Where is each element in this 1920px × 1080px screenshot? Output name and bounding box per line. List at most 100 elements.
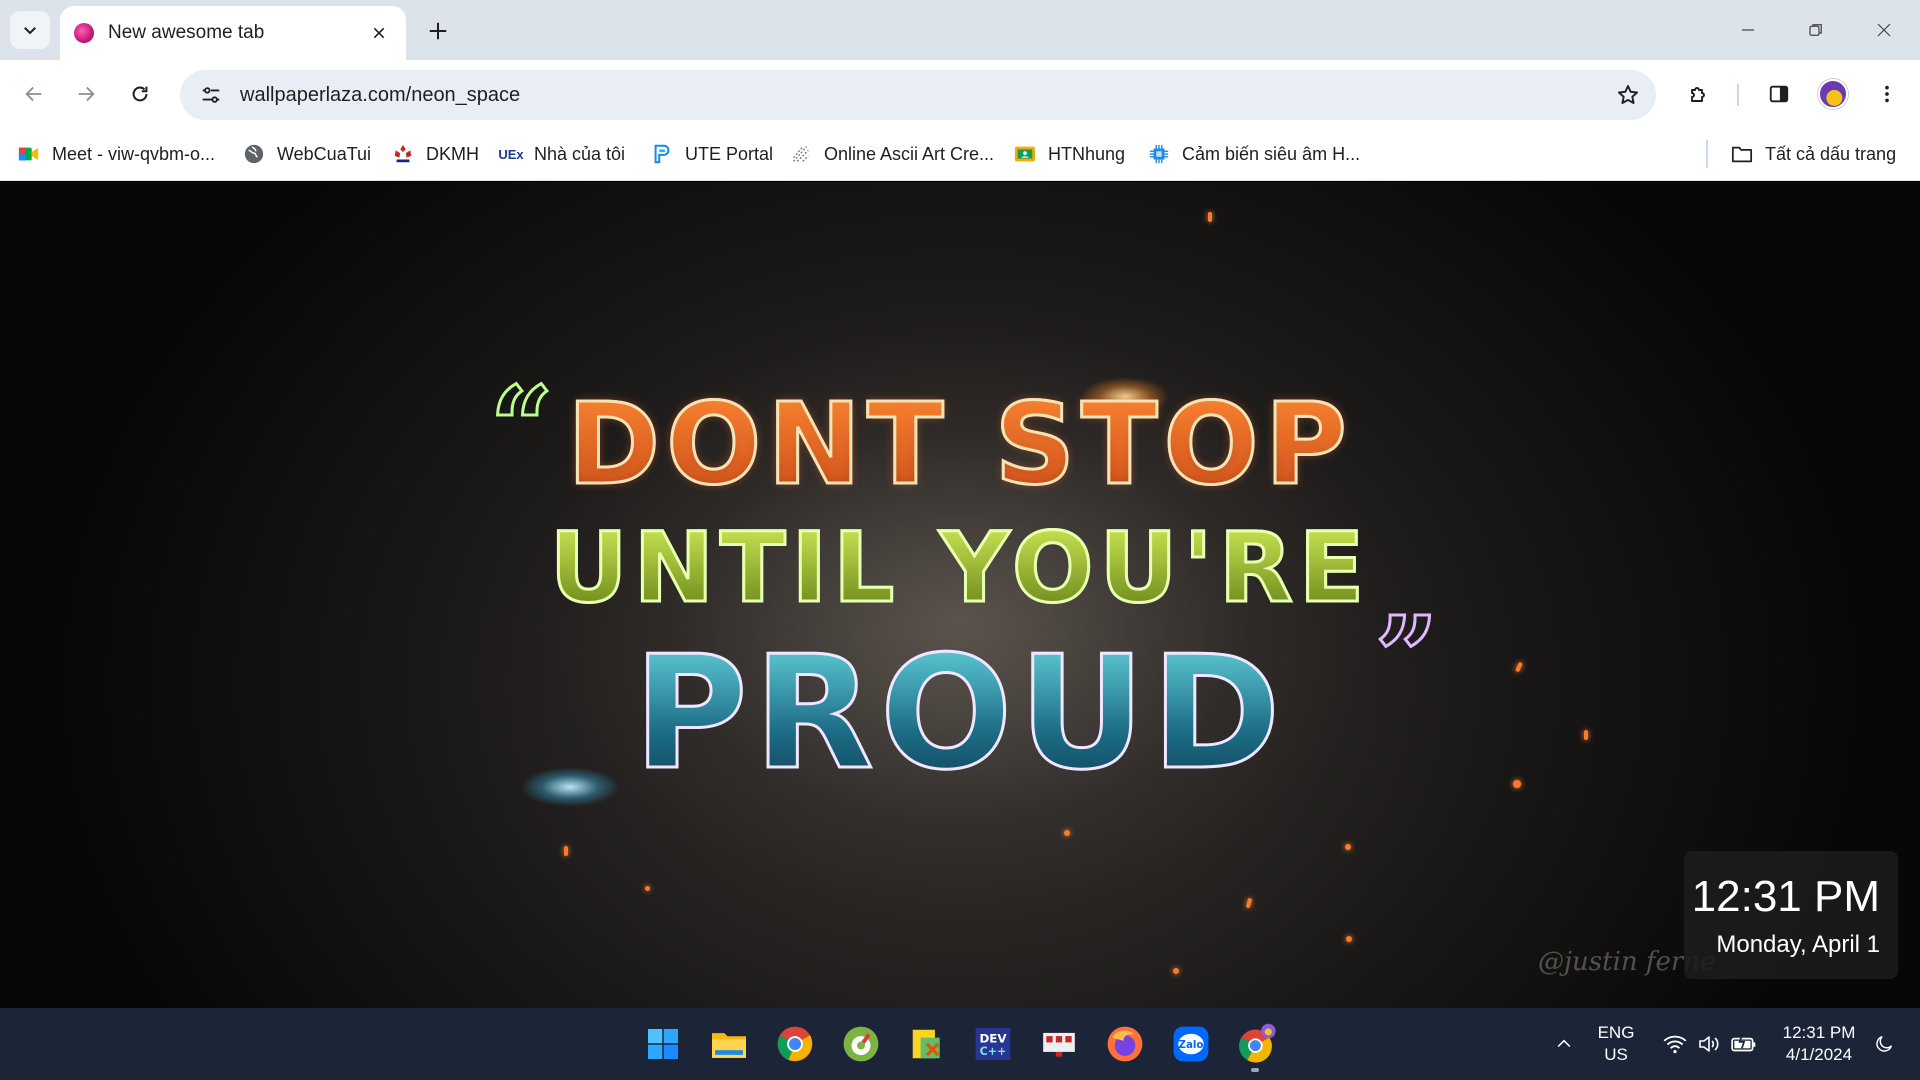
windows-taskbar: DEV C++ Zalo ENG US 12:31 PM 4/1/2024: [0, 1008, 1920, 1080]
tab-title: New awesome tab: [108, 22, 265, 43]
ember-spark: [564, 846, 568, 856]
bookmark-dkmh[interactable]: DKMH: [392, 138, 479, 170]
hcmute-logo-icon: [392, 143, 414, 165]
bookmark-label: Meet - viw-qvbm-o...: [52, 143, 216, 164]
bookmark-webcuatui[interactable]: WebCuaTui: [243, 138, 371, 170]
utex-icon: UEx: [498, 146, 524, 162]
profile-button[interactable]: [1813, 74, 1853, 114]
active-tab[interactable]: New awesome tab: [60, 6, 406, 60]
site-info-button[interactable]: [194, 78, 228, 112]
tools-app-button[interactable]: [903, 1020, 951, 1068]
language-indicator[interactable]: ENG US: [1590, 1008, 1642, 1080]
url-text[interactable]: wallpaperlaza.com/neon_space: [240, 84, 1608, 107]
chip-icon: [1148, 143, 1170, 165]
notifications-button[interactable]: [1866, 1008, 1902, 1080]
windows-start-icon: [648, 1029, 678, 1059]
restore-button[interactable]: [1788, 8, 1844, 52]
new-tab-button[interactable]: [420, 13, 456, 49]
globe-icon: [243, 143, 265, 165]
tab-strip: New awesome tab: [0, 0, 1920, 60]
forward-button[interactable]: [66, 74, 106, 114]
folder-icon: [1731, 143, 1753, 165]
taskbar-time: 12:31 PM: [1782, 1023, 1856, 1042]
network-app-button[interactable]: [1035, 1020, 1083, 1068]
ember-spark: [1345, 844, 1351, 850]
close-icon: [373, 27, 385, 39]
tab-close-button[interactable]: [366, 20, 392, 46]
ember-spark: [1513, 780, 1521, 788]
quick-settings-button[interactable]: [1654, 1008, 1766, 1080]
all-bookmarks-label: Tất cả dấu trang: [1765, 143, 1897, 164]
ember-spark: [1584, 730, 1588, 740]
more-vertical-icon: [1885, 85, 1889, 103]
browser-toolbar: wallpaperlaza.com/neon_space: [0, 60, 1920, 128]
coc-coc-button[interactable]: [837, 1020, 885, 1068]
chevron-down-icon: [24, 27, 36, 35]
ascii-art-icon: [790, 143, 812, 165]
windows-start-button[interactable]: [639, 1020, 687, 1068]
google-meet-icon: [18, 143, 40, 165]
bookmark-label: WebCuaTui: [277, 143, 372, 164]
taskbar-clock[interactable]: 12:31 PM 4/1/2024: [1774, 1008, 1864, 1080]
bookmark-cam-bien[interactable]: Cảm biến siêu âm H...: [1148, 138, 1360, 170]
volume-icon: [1699, 1036, 1719, 1052]
side-panel-button[interactable]: [1759, 74, 1799, 114]
chrome-button[interactable]: [771, 1020, 819, 1068]
bookmark-meet[interactable]: Meet - viw-qvbm-o...: [18, 138, 215, 170]
neon-ball-favicon-icon: [74, 23, 94, 43]
ember-spark: [1208, 212, 1212, 222]
moon-icon: [1876, 1035, 1893, 1052]
close-window-button[interactable]: [1856, 8, 1912, 52]
arrow-right-icon: [78, 86, 95, 102]
address-bar[interactable]: wallpaperlaza.com/neon_space: [180, 70, 1656, 120]
firefox-icon: [1107, 1026, 1143, 1062]
quote-line-3: PROUD: [0, 621, 1920, 806]
ember-spark: [1245, 897, 1253, 909]
svg-text:Zalo: Zalo: [1179, 1039, 1204, 1051]
dev-cpp-button[interactable]: DEV C++: [969, 1020, 1017, 1068]
firefox-button[interactable]: [1101, 1020, 1149, 1068]
language-code: ENG: [1597, 1023, 1635, 1042]
extensions-button[interactable]: [1679, 74, 1719, 114]
bookmark-label: DKMH: [426, 143, 479, 164]
zalo-button[interactable]: Zalo: [1167, 1020, 1215, 1068]
chevron-up-icon: [1557, 1039, 1571, 1048]
coc-coc-icon: [843, 1026, 879, 1062]
arrow-left-icon: [25, 86, 42, 102]
bookmark-nha-cua-toi[interactable]: UEx Nhà của tôi: [498, 138, 626, 170]
menu-button[interactable]: [1867, 74, 1907, 114]
tools-app-icon: [912, 1029, 940, 1059]
bookmark-ascii-art[interactable]: Online Ascii Art Cre...: [790, 138, 994, 170]
show-hidden-icons-button[interactable]: [1546, 1008, 1582, 1080]
clock-date: Monday, April 1: [1716, 931, 1880, 958]
clock-popup: 12:31 PM Monday, April 1: [1684, 851, 1898, 979]
keyboard-layout: US: [1604, 1045, 1628, 1064]
bookmark-label: Nhà của tôi: [534, 143, 626, 164]
bookmark-ute-portal[interactable]: UTE Portal: [651, 138, 773, 170]
quote-line-1: DONT STOP: [0, 379, 1920, 512]
tune-icon: [202, 87, 220, 103]
tab-search-button[interactable]: [10, 11, 50, 49]
file-explorer-button[interactable]: [705, 1020, 753, 1068]
svg-text:C++: C++: [980, 1045, 1007, 1058]
star-icon: [1618, 85, 1638, 104]
plus-icon: [429, 22, 447, 40]
minimize-icon: [1742, 29, 1754, 31]
reload-icon: [132, 86, 148, 102]
network-app-icon: [1043, 1032, 1075, 1057]
bookmark-label: Online Ascii Art Cre...: [824, 143, 995, 164]
bookmark-star-button[interactable]: [1608, 75, 1648, 115]
classroom-icon: [1014, 143, 1036, 165]
svg-text:DEV: DEV: [979, 1031, 1007, 1045]
chrome-profile-button[interactable]: [1233, 1020, 1281, 1068]
close-icon: [1877, 23, 1891, 37]
battery-charging-icon: [1731, 1035, 1756, 1052]
back-button[interactable]: [14, 74, 54, 114]
minimize-button[interactable]: [1720, 8, 1776, 52]
wifi-icon: [1663, 1035, 1687, 1054]
zalo-icon: Zalo: [1173, 1026, 1209, 1062]
bookmark-htnhung[interactable]: HTNhung: [1014, 138, 1125, 170]
all-bookmarks-button[interactable]: Tất cả dấu trang: [1731, 138, 1896, 170]
neon-wallpaper: “ DONT STOP UNTIL YOU'RE PROUD ” @justin…: [0, 182, 1920, 1008]
reload-button[interactable]: [120, 74, 160, 114]
